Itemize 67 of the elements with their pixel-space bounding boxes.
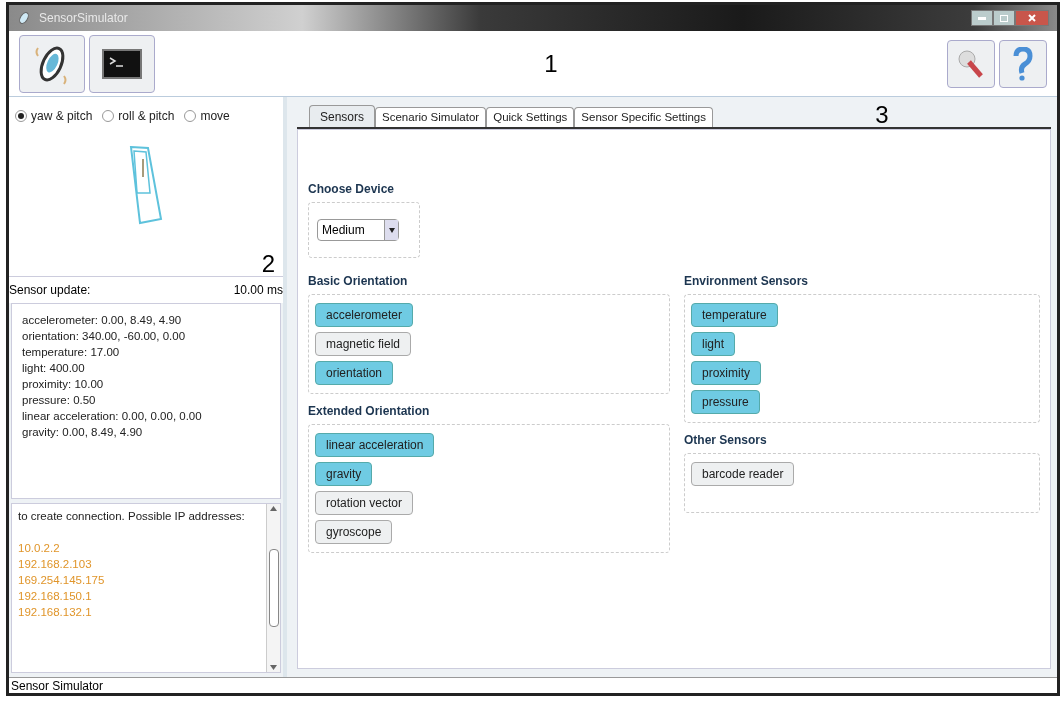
maximize-icon	[1000, 14, 1008, 22]
tab[interactable]: Quick Settings	[486, 107, 575, 127]
radio-label: yaw & pitch	[31, 108, 93, 125]
radio-label: move	[200, 108, 230, 125]
scroll-up-icon	[270, 506, 277, 511]
settings-toolbar-button[interactable]	[947, 39, 995, 88]
tab[interactable]: Sensor Specific Settings	[574, 107, 713, 127]
help-toolbar-button[interactable]	[999, 39, 1047, 88]
minimize-icon	[978, 16, 986, 20]
dropdown-value: Medium	[322, 222, 365, 239]
sensor-toggle-button[interactable]: light	[691, 332, 735, 356]
sensor-update-label: Sensor update:	[9, 282, 91, 299]
status-bar-text: Sensor Simulator	[10, 677, 104, 695]
sensor-toggle-button[interactable]: magnetic field	[315, 332, 412, 356]
scroll-down-icon	[270, 665, 277, 670]
radio-button[interactable]	[15, 110, 27, 122]
sensor-toggle-button[interactable]: rotation vector	[315, 491, 414, 515]
sensor-toggle-button[interactable]: pressure	[691, 390, 760, 414]
reading-line: accelerometer: 0.00, 8.49, 4.90	[22, 313, 183, 328]
sensor-toggle-button[interactable]: proximity	[691, 361, 761, 385]
reading-line: pressure: 0.50	[22, 393, 97, 408]
device-dropdown[interactable]: Medium	[317, 219, 399, 241]
radio-label: roll & pitch	[118, 108, 175, 125]
ip-address: 192.168.132.1	[18, 605, 93, 620]
tab[interactable]: Sensors	[309, 105, 376, 127]
ip-address: 169.254.145.175	[18, 573, 106, 588]
radio-button[interactable]	[102, 110, 115, 122]
scrollbar[interactable]	[266, 504, 280, 672]
reading-line: linear acceleration: 0.00, 0.00, 0.00	[22, 409, 203, 424]
callout-number: 2	[261, 252, 275, 276]
sensor-toggle-button[interactable]: barcode reader	[691, 462, 795, 486]
reading-line: light: 400.00	[22, 361, 86, 376]
help-icon	[1013, 46, 1033, 81]
section-heading: Other Sensors	[684, 432, 768, 449]
sensor-toggle-button[interactable]: linear acceleration	[315, 433, 435, 457]
sensor-toggle-button[interactable]: gravity	[315, 462, 373, 486]
section-heading: Extended Orientation	[308, 403, 431, 420]
reading-line: gravity: 0.00, 8.49, 4.90	[22, 425, 144, 440]
reading-line: proximity: 10.00	[22, 377, 105, 392]
log-message: to create connection. Possible IP addresses:	[18, 509, 246, 524]
maximize-button[interactable]	[993, 10, 1015, 26]
callout-number: 1	[544, 48, 558, 79]
sensor-toggle-button[interactable]: temperature	[691, 303, 778, 327]
terminal-icon	[102, 48, 142, 79]
scroll-thumb[interactable]	[268, 549, 279, 627]
section-heading: Choose Device	[308, 181, 396, 198]
ip-address: 192.168.2.103	[18, 557, 93, 572]
device-toolbar-button[interactable]	[19, 34, 85, 93]
app-icon	[17, 11, 31, 25]
window-title: SensorSimulator	[39, 10, 128, 27]
callout-number: 3	[875, 103, 889, 127]
radio-button[interactable]	[184, 110, 197, 122]
minimize-button[interactable]	[971, 10, 993, 26]
tab[interactable]: Scenario Simulator	[375, 107, 487, 127]
sensor-toggle-button[interactable]: orientation	[315, 361, 394, 385]
ip-address: 10.0.2.2	[18, 541, 61, 556]
reading-line: orientation: 340.00, -60.00, 0.00	[22, 329, 187, 344]
console-toolbar-button[interactable]	[89, 34, 155, 93]
close-icon	[1028, 14, 1036, 22]
sensor-toggle-button[interactable]: accelerometer	[315, 303, 414, 327]
close-button[interactable]	[1015, 10, 1049, 26]
sensor-toggle-button[interactable]: gyroscope	[315, 520, 393, 544]
ip-address: 192.168.150.1	[18, 589, 93, 604]
section-heading: Environment Sensors	[684, 273, 810, 290]
reading-line: temperature: 17.00	[22, 345, 121, 360]
section-heading: Basic Orientation	[308, 273, 409, 290]
sensor-update-value: 10.00 ms	[233, 282, 283, 299]
